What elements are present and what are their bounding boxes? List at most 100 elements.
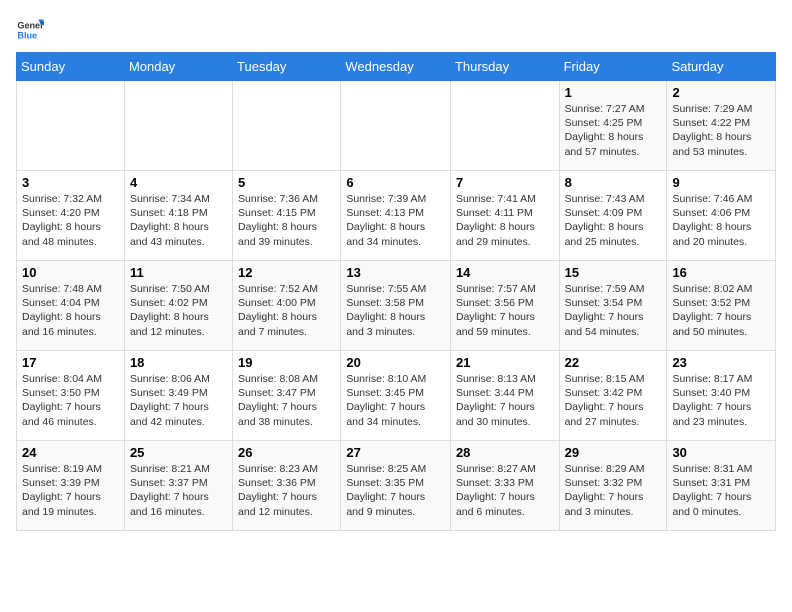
day-cell: 15 Sunrise: 7:59 AM Sunset: 3:54 PM Dayli… (559, 261, 667, 351)
header-cell-monday: Monday (124, 53, 232, 81)
week-row-4: 17 Sunrise: 8:04 AM Sunset: 3:50 PM Dayli… (17, 351, 776, 441)
day-info: Sunrise: 7:48 AM Sunset: 4:04 PM Dayligh… (22, 282, 119, 339)
day-cell (124, 81, 232, 171)
day-number: 26 (238, 445, 335, 460)
day-cell: 21 Sunrise: 8:13 AM Sunset: 3:44 PM Dayli… (450, 351, 559, 441)
header-row: SundayMondayTuesdayWednesdayThursdayFrid… (17, 53, 776, 81)
day-cell: 12Sunrise: 7:52 AM Sunset: 4:00 PM Dayli… (233, 261, 341, 351)
day-info: Sunrise: 8:29 AM Sunset: 3:32 PM Dayligh… (565, 462, 662, 519)
day-cell: 14Sunrise: 7:57 AM Sunset: 3:56 PM Dayli… (450, 261, 559, 351)
day-number: 12 (238, 265, 335, 280)
svg-text:Blue: Blue (17, 30, 37, 40)
day-cell: 1 Sunrise: 7:27 AM Sunset: 4:25 PM Daylig… (559, 81, 667, 171)
day-info: Sunrise: 7:36 AM Sunset: 4:15 PM Dayligh… (238, 192, 335, 249)
day-number: 11 (130, 265, 227, 280)
day-number: 17 (22, 355, 119, 370)
day-number: 30 (672, 445, 770, 460)
header-cell-tuesday: Tuesday (233, 53, 341, 81)
day-number: 22 (565, 355, 662, 370)
day-cell: 17 Sunrise: 8:04 AM Sunset: 3:50 PM Dayli… (17, 351, 125, 441)
day-number: 15 (565, 265, 662, 280)
header-cell-sunday: Sunday (17, 53, 125, 81)
day-cell: 28 Sunrise: 8:27 AM Sunset: 3:33 PM Dayli… (450, 441, 559, 531)
logo: General Blue (16, 16, 44, 44)
day-number: 3 (22, 175, 119, 190)
day-cell: 20Sunrise: 8:10 AM Sunset: 3:45 PM Dayli… (341, 351, 451, 441)
day-info: Sunrise: 7:57 AM Sunset: 3:56 PM Dayligh… (456, 282, 554, 339)
day-info: Sunrise: 7:27 AM Sunset: 4:25 PM Dayligh… (565, 102, 662, 159)
day-info: Sunrise: 7:41 AM Sunset: 4:11 PM Dayligh… (456, 192, 554, 249)
day-cell: 24Sunrise: 8:19 AM Sunset: 3:39 PM Dayli… (17, 441, 125, 531)
day-number: 24 (22, 445, 119, 460)
day-info: Sunrise: 7:55 AM Sunset: 3:58 PM Dayligh… (346, 282, 445, 339)
day-number: 21 (456, 355, 554, 370)
day-cell: 27 Sunrise: 8:25 AM Sunset: 3:35 PM Dayli… (341, 441, 451, 531)
day-info: Sunrise: 8:23 AM Sunset: 3:36 PM Dayligh… (238, 462, 335, 519)
day-number: 7 (456, 175, 554, 190)
day-number: 6 (346, 175, 445, 190)
day-cell: 29Sunrise: 8:29 AM Sunset: 3:32 PM Dayli… (559, 441, 667, 531)
day-info: Sunrise: 7:32 AM Sunset: 4:20 PM Dayligh… (22, 192, 119, 249)
day-number: 2 (672, 85, 770, 100)
day-cell: 6 Sunrise: 7:39 AM Sunset: 4:13 PM Daylig… (341, 171, 451, 261)
day-number: 10 (22, 265, 119, 280)
day-cell: 19 Sunrise: 8:08 AM Sunset: 3:47 PM Dayli… (233, 351, 341, 441)
day-info: Sunrise: 7:46 AM Sunset: 4:06 PM Dayligh… (672, 192, 770, 249)
day-cell: 22 Sunrise: 8:15 AM Sunset: 3:42 PM Dayli… (559, 351, 667, 441)
day-number: 28 (456, 445, 554, 460)
day-number: 27 (346, 445, 445, 460)
header-cell-friday: Friday (559, 53, 667, 81)
day-cell (450, 81, 559, 171)
header-cell-wednesday: Wednesday (341, 53, 451, 81)
day-info: Sunrise: 8:13 AM Sunset: 3:44 PM Dayligh… (456, 372, 554, 429)
day-number: 8 (565, 175, 662, 190)
day-cell: 3 Sunrise: 7:32 AM Sunset: 4:20 PM Daylig… (17, 171, 125, 261)
day-cell: 25 Sunrise: 8:21 AM Sunset: 3:37 PM Dayli… (124, 441, 232, 531)
day-number: 9 (672, 175, 770, 190)
day-info: Sunrise: 7:43 AM Sunset: 4:09 PM Dayligh… (565, 192, 662, 249)
header: General Blue (16, 16, 776, 44)
day-cell: 10 Sunrise: 7:48 AM Sunset: 4:04 PM Dayli… (17, 261, 125, 351)
day-info: Sunrise: 7:34 AM Sunset: 4:18 PM Dayligh… (130, 192, 227, 249)
day-cell: 9 Sunrise: 7:46 AM Sunset: 4:06 PM Daylig… (667, 171, 776, 261)
day-number: 25 (130, 445, 227, 460)
day-info: Sunrise: 8:15 AM Sunset: 3:42 PM Dayligh… (565, 372, 662, 429)
day-cell: 5 Sunrise: 7:36 AM Sunset: 4:15 PM Daylig… (233, 171, 341, 261)
day-number: 5 (238, 175, 335, 190)
day-number: 23 (672, 355, 770, 370)
day-info: Sunrise: 7:39 AM Sunset: 4:13 PM Dayligh… (346, 192, 445, 249)
day-cell: 13 Sunrise: 7:55 AM Sunset: 3:58 PM Dayli… (341, 261, 451, 351)
day-cell (17, 81, 125, 171)
day-info: Sunrise: 7:50 AM Sunset: 4:02 PM Dayligh… (130, 282, 227, 339)
day-info: Sunrise: 8:08 AM Sunset: 3:47 PM Dayligh… (238, 372, 335, 429)
day-cell: 23 Sunrise: 8:17 AM Sunset: 3:40 PM Dayli… (667, 351, 776, 441)
day-cell: 30Sunrise: 8:31 AM Sunset: 3:31 PM Dayli… (667, 441, 776, 531)
day-cell: 11 Sunrise: 7:50 AM Sunset: 4:02 PM Dayli… (124, 261, 232, 351)
day-info: Sunrise: 8:02 AM Sunset: 3:52 PM Dayligh… (672, 282, 770, 339)
calendar-table: SundayMondayTuesdayWednesdayThursdayFrid… (16, 52, 776, 531)
day-cell: 8 Sunrise: 7:43 AM Sunset: 4:09 PM Daylig… (559, 171, 667, 261)
day-info: Sunrise: 7:29 AM Sunset: 4:22 PM Dayligh… (672, 102, 770, 159)
day-info: Sunrise: 8:27 AM Sunset: 3:33 PM Dayligh… (456, 462, 554, 519)
day-cell: 18Sunrise: 8:06 AM Sunset: 3:49 PM Dayli… (124, 351, 232, 441)
day-number: 16 (672, 265, 770, 280)
logo-icon: General Blue (16, 16, 44, 44)
day-cell: 4 Sunrise: 7:34 AM Sunset: 4:18 PM Daylig… (124, 171, 232, 261)
day-cell: 16 Sunrise: 8:02 AM Sunset: 3:52 PM Dayli… (667, 261, 776, 351)
day-cell (341, 81, 451, 171)
day-info: Sunrise: 8:10 AM Sunset: 3:45 PM Dayligh… (346, 372, 445, 429)
day-info: Sunrise: 8:06 AM Sunset: 3:49 PM Dayligh… (130, 372, 227, 429)
day-number: 1 (565, 85, 662, 100)
day-info: Sunrise: 8:25 AM Sunset: 3:35 PM Dayligh… (346, 462, 445, 519)
day-info: Sunrise: 7:59 AM Sunset: 3:54 PM Dayligh… (565, 282, 662, 339)
day-number: 13 (346, 265, 445, 280)
day-info: Sunrise: 8:17 AM Sunset: 3:40 PM Dayligh… (672, 372, 770, 429)
day-number: 4 (130, 175, 227, 190)
day-info: Sunrise: 8:21 AM Sunset: 3:37 PM Dayligh… (130, 462, 227, 519)
day-number: 19 (238, 355, 335, 370)
week-row-5: 24Sunrise: 8:19 AM Sunset: 3:39 PM Dayli… (17, 441, 776, 531)
week-row-2: 3 Sunrise: 7:32 AM Sunset: 4:20 PM Daylig… (17, 171, 776, 261)
week-row-1: 1 Sunrise: 7:27 AM Sunset: 4:25 PM Daylig… (17, 81, 776, 171)
header-cell-saturday: Saturday (667, 53, 776, 81)
day-info: Sunrise: 8:04 AM Sunset: 3:50 PM Dayligh… (22, 372, 119, 429)
